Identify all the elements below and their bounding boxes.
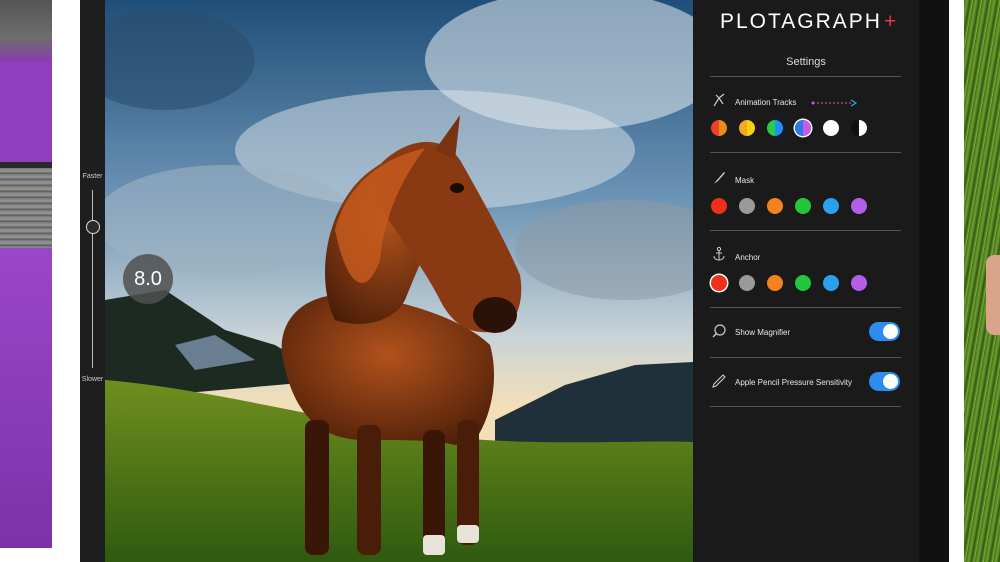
- speed-slider-track[interactable]: [92, 190, 93, 368]
- pencil-icon: [711, 373, 727, 389]
- pencil-pressure-label: Apple Pencil Pressure Sensitivity: [735, 378, 852, 387]
- app-logo: PLOTAGRAPH+: [720, 10, 898, 34]
- pencil-pressure-toggle[interactable]: [869, 372, 900, 391]
- brush-icon: [711, 170, 727, 186]
- mask-label: Mask: [735, 176, 755, 185]
- animation-tracks-label: Animation Tracks: [735, 98, 797, 107]
- divider: [710, 152, 901, 153]
- mask-color-swatch[interactable]: [767, 198, 783, 214]
- mask-color-swatch[interactable]: [711, 198, 727, 214]
- show-magnifier-label: Show Magnifier: [735, 328, 791, 337]
- anchor-icon: [711, 246, 727, 262]
- mask-color-swatch[interactable]: [739, 198, 755, 214]
- speed-slider-handle[interactable]: [86, 220, 100, 234]
- toggle-thumb: [883, 374, 898, 389]
- track-swatch-red-orange[interactable]: [711, 120, 727, 136]
- anchor-color-swatch[interactable]: [711, 275, 727, 291]
- horse-photo: [105, 0, 693, 562]
- mask-color-swatch[interactable]: [823, 198, 839, 214]
- show-magnifier-toggle[interactable]: [869, 322, 900, 341]
- track-swatch-orange-yellow[interactable]: [739, 120, 755, 136]
- anchor-label: Anchor: [735, 253, 761, 262]
- anchor-color-swatch[interactable]: [739, 275, 755, 291]
- animation-tracks-icon: [711, 92, 727, 108]
- anchor-color-swatch[interactable]: [795, 275, 811, 291]
- track-swatch-black-white[interactable]: [851, 120, 867, 136]
- track-swatch-green-blue[interactable]: [767, 120, 783, 136]
- divider: [710, 76, 901, 77]
- anchor-color-swatch[interactable]: [851, 275, 867, 291]
- magnifier-icon: [711, 323, 727, 339]
- track-swatch-white[interactable]: [823, 120, 839, 136]
- speed-value-indicator: 8.0: [123, 254, 173, 304]
- panel-title: Settings: [786, 56, 826, 68]
- track-swatch-blue-purple[interactable]: [795, 120, 811, 136]
- logo-text: PLOTAGRAPH: [720, 10, 882, 33]
- divider: [710, 307, 901, 308]
- anchor-color-swatch[interactable]: [823, 275, 839, 291]
- adjacent-screenshot-right: [964, 0, 1000, 562]
- mask-color-swatch[interactable]: [795, 198, 811, 214]
- toggle-thumb: [883, 324, 898, 339]
- mask-color-swatch[interactable]: [851, 198, 867, 214]
- slider-top-label: Faster: [82, 173, 103, 180]
- adjacent-screenshot-left: [0, 0, 52, 548]
- animation-track-arrow-icon: [811, 99, 858, 107]
- divider: [710, 230, 901, 231]
- logo-plus: +: [883, 10, 899, 33]
- slider-bottom-label: Slower: [81, 376, 104, 383]
- divider: [710, 406, 901, 407]
- divider: [710, 357, 901, 358]
- photo-canvas[interactable]: [105, 0, 693, 562]
- anchor-color-swatch[interactable]: [767, 275, 783, 291]
